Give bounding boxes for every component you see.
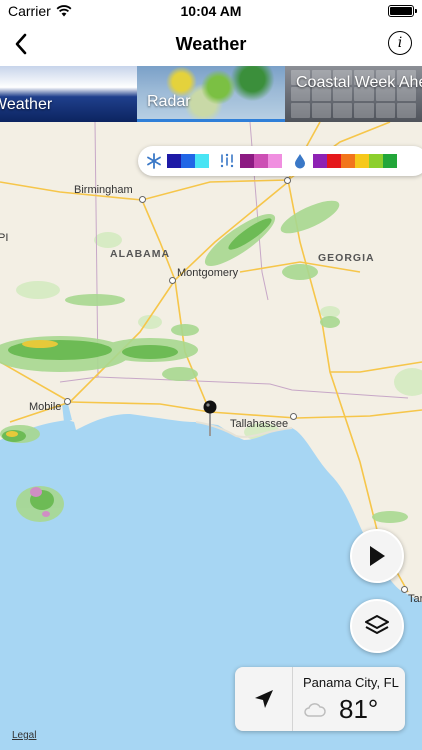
play-icon bbox=[370, 546, 385, 566]
location-arrow-icon bbox=[254, 690, 273, 708]
tab-coastal-week-ahead[interactable]: Coastal Week Ahead bbox=[285, 66, 422, 122]
tab-weather-label: Weather bbox=[0, 96, 53, 113]
snow-swatches bbox=[167, 154, 209, 168]
rain-swatch bbox=[327, 154, 341, 168]
map-label-alabama: ALABAMA bbox=[110, 248, 171, 260]
map-label-tallahassee: Tallahassee bbox=[230, 418, 289, 430]
snowflake-icon bbox=[145, 152, 163, 170]
radar-legend bbox=[138, 146, 422, 176]
mix-swatch bbox=[254, 154, 268, 168]
status-time: 10:04 AM bbox=[180, 3, 242, 19]
tab-radar[interactable]: Radar bbox=[137, 66, 285, 122]
map-label-mississippi-partial: PI bbox=[0, 232, 9, 244]
weather-radar-screen: Carrier 10:04 AM Weather i Weather Radar bbox=[0, 0, 422, 750]
mix-swatch bbox=[268, 154, 282, 168]
map-label-georgia: GEORGIA bbox=[318, 252, 375, 264]
info-icon: i bbox=[397, 35, 403, 51]
snow-swatch bbox=[195, 154, 209, 168]
tab-weather[interactable]: Weather bbox=[0, 66, 137, 122]
back-button[interactable] bbox=[8, 30, 34, 58]
map-dot-mobile bbox=[64, 398, 71, 405]
map-dot-atlanta bbox=[284, 177, 291, 184]
rain-swatch bbox=[355, 154, 369, 168]
chevron-left-icon bbox=[15, 33, 27, 55]
map-label-mobile: Mobile bbox=[29, 401, 62, 413]
page-title: Weather bbox=[175, 33, 247, 54]
map-dot-montgomery bbox=[169, 277, 176, 284]
map-label-tampa-partial: Tar bbox=[408, 593, 422, 605]
snow-swatch bbox=[181, 154, 195, 168]
mix-swatch bbox=[240, 154, 254, 168]
location-conditions: 81° bbox=[303, 694, 405, 725]
rain-swatch bbox=[383, 154, 397, 168]
map-layers-button[interactable] bbox=[350, 599, 404, 653]
mix-swatches bbox=[240, 154, 282, 168]
section-tabs: Weather Radar Coastal Week Ahead bbox=[0, 66, 422, 122]
location-pin-icon[interactable] bbox=[203, 400, 217, 438]
rain-swatch bbox=[313, 154, 327, 168]
navigation-bar: Weather i bbox=[0, 22, 422, 66]
raindrop-icon bbox=[291, 152, 309, 170]
info-button[interactable]: i bbox=[388, 31, 412, 55]
rain-swatches bbox=[313, 154, 397, 168]
play-animation-button[interactable] bbox=[350, 529, 404, 583]
layers-icon bbox=[365, 615, 389, 634]
location-city: Panama City, FL bbox=[303, 675, 399, 690]
rain-swatch bbox=[369, 154, 383, 168]
rain-swatch bbox=[341, 154, 355, 168]
map-label-birmingham: Birmingham bbox=[74, 184, 133, 196]
location-info: Panama City, FL 81° bbox=[293, 667, 405, 731]
tab-radar-label: Radar bbox=[147, 93, 191, 110]
current-location-card[interactable]: Panama City, FL 81° bbox=[235, 667, 405, 731]
locate-me-button[interactable] bbox=[235, 667, 293, 731]
snow-swatch bbox=[167, 154, 181, 168]
sleet-icon bbox=[218, 152, 236, 170]
map-label-montgomery: Montgomery bbox=[177, 267, 239, 279]
cloud-icon bbox=[304, 702, 326, 717]
battery-icon bbox=[388, 5, 417, 17]
map-dot-tampa bbox=[401, 586, 408, 593]
legal-link[interactable]: Legal bbox=[12, 730, 36, 741]
tab-coastal-label: Coastal Week Ahead bbox=[296, 74, 422, 91]
status-bar: Carrier 10:04 AM bbox=[0, 0, 422, 22]
map-dot-birmingham bbox=[139, 196, 146, 203]
location-temperature: 81° bbox=[339, 694, 379, 724]
map-dot-tallahassee bbox=[290, 413, 297, 420]
